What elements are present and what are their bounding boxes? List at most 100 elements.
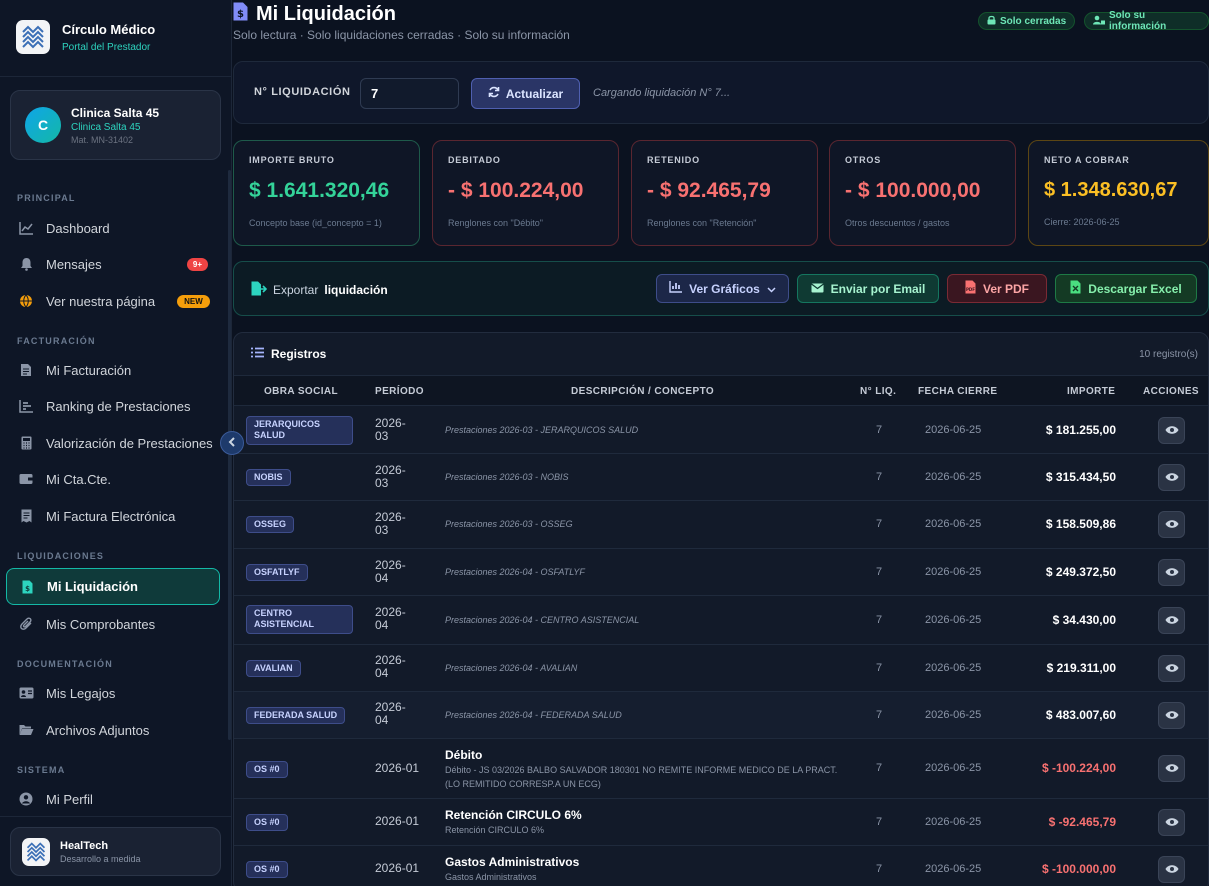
obra-social-tag: OS #0 — [246, 814, 288, 832]
divider — [0, 76, 231, 77]
card-label: DEBITADO — [448, 155, 501, 165]
eye-icon — [1165, 469, 1179, 487]
view-button[interactable] — [1158, 607, 1185, 634]
view-button[interactable] — [1158, 702, 1185, 729]
email-button[interactable]: Enviar por Email — [797, 274, 939, 303]
user-card[interactable]: C Clinica Salta 45 Clinica Salta 45 Mat.… — [10, 90, 221, 160]
sidebar-item-facturacion[interactable]: Mi Facturación — [6, 353, 220, 387]
ver-graficos-button[interactable]: Ver Gráficos — [656, 274, 789, 303]
importe-cell: $ -100.000,00 — [1041, 862, 1116, 876]
brand[interactable]: Círculo Médico Portal del Prestador — [16, 20, 155, 54]
table-row[interactable]: JERARQUICOS SALUD 2026-03 Prestaciones 2… — [234, 407, 1208, 454]
col-descripcion[interactable]: DESCRIPCIÓN / CONCEPTO — [571, 386, 714, 397]
calculator-icon — [18, 435, 34, 451]
sidebar-item-label: Archivos Adjuntos — [46, 722, 150, 738]
card-desc: Cierre: 2026-06-25 — [1044, 217, 1120, 227]
card-label: IMPORTE BRUTO — [249, 155, 335, 165]
sidebar-scrollbar[interactable] — [228, 170, 231, 740]
card-debitado: DEBITADO - $ 100.224,00 Renglones con "D… — [432, 140, 619, 246]
sidebar-item-comprobantes[interactable]: Mis Comprobantes — [6, 607, 220, 641]
fecha-cell: 2026-06-25 — [925, 863, 982, 875]
sidebar-item-adjuntos[interactable]: Archivos Adjuntos — [6, 713, 220, 747]
concepto-title: Retención CIRCULO 6% — [445, 808, 582, 822]
sidebar-item-legajos[interactable]: Mis Legajos — [6, 676, 220, 710]
fecha-cell: 2026-06-25 — [925, 566, 982, 578]
fecha-cell: 2026-06-25 — [925, 614, 982, 626]
view-button[interactable] — [1158, 655, 1185, 682]
avatar: C — [25, 107, 61, 143]
sidebar-item-label: Mis Legajos — [46, 685, 116, 701]
wallet-icon — [18, 471, 34, 487]
file-invoice-icon — [18, 362, 34, 378]
nliq-cell: 7 — [876, 863, 883, 875]
page-title: $ Mi Liquidación — [233, 2, 396, 27]
card-desc: Renglones con "Retención" — [647, 218, 757, 228]
concepto-detail: Retención CIRCULO 6% — [445, 825, 545, 835]
fecha-cell: 2026-06-25 — [925, 424, 982, 436]
table-row[interactable]: OS #0 2026-01 Gastos Administrativos Gas… — [234, 846, 1208, 886]
col-periodo[interactable]: PERÍODO — [375, 386, 424, 397]
view-button[interactable] — [1158, 856, 1185, 883]
descripcion-cell: Prestaciones 2026-04 - CENTRO ASISTENCIA… — [445, 615, 640, 625]
sidebar-item-perfil[interactable]: Mi Perfil — [6, 782, 220, 816]
sidebar-item-ctacte[interactable]: Mi Cta.Cte. — [6, 462, 220, 496]
section-facturacion: FACTURACIÓN — [17, 336, 96, 346]
sidebar-item-dashboard[interactable]: Dashboard — [6, 211, 220, 245]
sidebar-item-ranking[interactable]: Ranking de Prestaciones — [6, 389, 220, 423]
nliq-cell: 7 — [876, 614, 883, 626]
liquidacion-number-input[interactable] — [360, 78, 459, 109]
obra-social-tag: CENTRO ASISTENCIAL — [246, 605, 353, 634]
lock-icon — [987, 15, 996, 28]
sidebar-item-valorizacion[interactable]: Valorización de Prestaciones — [6, 426, 220, 460]
obra-social-tag: OS #0 — [246, 761, 288, 779]
obra-social-tag: FEDERADA SALUD — [246, 707, 346, 725]
periodo-cell: 2026-03 — [375, 416, 406, 443]
col-importe[interactable]: IMPORTE — [1067, 386, 1115, 397]
file-dollar-icon: $ — [19, 579, 35, 595]
sidebar-item-factura-electronica[interactable]: Mi Factura Electrónica — [6, 499, 220, 533]
col-obra-social[interactable]: OBRA SOCIAL — [264, 386, 338, 397]
view-button[interactable] — [1158, 511, 1185, 538]
table-row[interactable]: OS #0 2026-01 Retención CIRCULO 6% Reten… — [234, 799, 1208, 846]
sidebar-item-pagina[interactable]: Ver nuestra página NEW — [6, 284, 220, 318]
table-row[interactable]: OS #0 2026-01 Débito Débito - JS 03/2026… — [234, 739, 1208, 799]
importe-cell: $ -92.465,79 — [1048, 815, 1116, 829]
table-row[interactable]: OSSEG 2026-03 Prestaciones 2026-03 - OSS… — [234, 501, 1208, 549]
card-label: NETO A COBRAR — [1044, 155, 1130, 165]
descripcion-cell: Prestaciones 2026-04 - AVALIAN — [445, 663, 578, 673]
importe-cell: $ 219.311,00 — [1046, 661, 1116, 675]
table-row[interactable]: CENTRO ASISTENCIAL 2026-04 Prestaciones … — [234, 596, 1208, 645]
col-fecha-cierre[interactable]: FECHA CIERRE — [918, 386, 997, 397]
sidebar-item-label: Mi Liquidación — [47, 579, 138, 594]
nliq-cell: 7 — [876, 709, 883, 721]
table-row[interactable]: NOBIS 2026-03 Prestaciones 2026-03 - NOB… — [234, 454, 1208, 501]
collapse-sidebar-button[interactable] — [220, 431, 244, 455]
view-button[interactable] — [1158, 417, 1185, 444]
excel-button[interactable]: Descargar Excel — [1055, 274, 1197, 303]
view-button[interactable] — [1158, 809, 1185, 836]
sidebar-item-liquidacion[interactable]: $ Mi Liquidación — [6, 568, 220, 605]
new-badge: NEW — [177, 294, 210, 308]
view-button[interactable] — [1158, 464, 1185, 491]
refresh-button[interactable]: Actualizar — [471, 78, 580, 109]
col-nliq[interactable]: N° LIQ. — [860, 386, 896, 397]
pdf-button[interactable]: PDF Ver PDF — [947, 274, 1047, 303]
sidebar-item-label: Ver nuestra página — [46, 293, 156, 309]
registros-table: Registros 10 registro(s) OBRA SOCIAL PER… — [233, 332, 1209, 886]
fecha-cell: 2026-06-25 — [925, 471, 982, 483]
folder-open-icon — [18, 722, 34, 738]
footer-card[interactable]: HealTech Desarrollo a medida — [10, 827, 221, 876]
concepto-title: Débito — [445, 748, 483, 762]
eye-icon — [1165, 612, 1179, 630]
table-row[interactable]: OSFATLYF 2026-04 Prestaciones 2026-04 - … — [234, 549, 1208, 596]
view-button[interactable] — [1158, 559, 1185, 586]
sidebar-item-mensajes[interactable]: Mensajes 9+ — [6, 247, 220, 281]
view-button[interactable] — [1158, 755, 1185, 782]
envelope-icon — [810, 282, 824, 296]
fecha-cell: 2026-06-25 — [925, 662, 982, 674]
importe-cell: $ -100.224,00 — [1041, 761, 1116, 775]
periodo-cell: 2026-03 — [375, 463, 406, 490]
page-title-text: Mi Liquidación — [256, 3, 396, 25]
table-row[interactable]: AVALIAN 2026-04 Prestaciones 2026-04 - A… — [234, 645, 1208, 692]
table-row[interactable]: FEDERADA SALUD 2026-04 Prestaciones 2026… — [234, 692, 1208, 739]
